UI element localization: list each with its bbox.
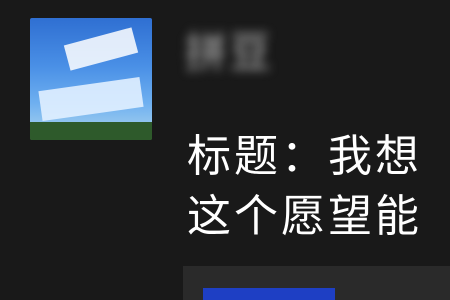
card-blue-block xyxy=(203,288,335,300)
avatar[interactable] xyxy=(30,18,152,140)
message-line-2: 这个愿望能 xyxy=(187,191,422,242)
sender-name[interactable]: 拼豆 xyxy=(185,30,273,76)
avatar-cloud xyxy=(38,77,144,121)
avatar-cloud xyxy=(63,27,139,71)
avatar-trees xyxy=(30,122,152,140)
message-line-1: 标题：我想 xyxy=(187,131,422,182)
attachment-card[interactable] xyxy=(183,266,450,300)
